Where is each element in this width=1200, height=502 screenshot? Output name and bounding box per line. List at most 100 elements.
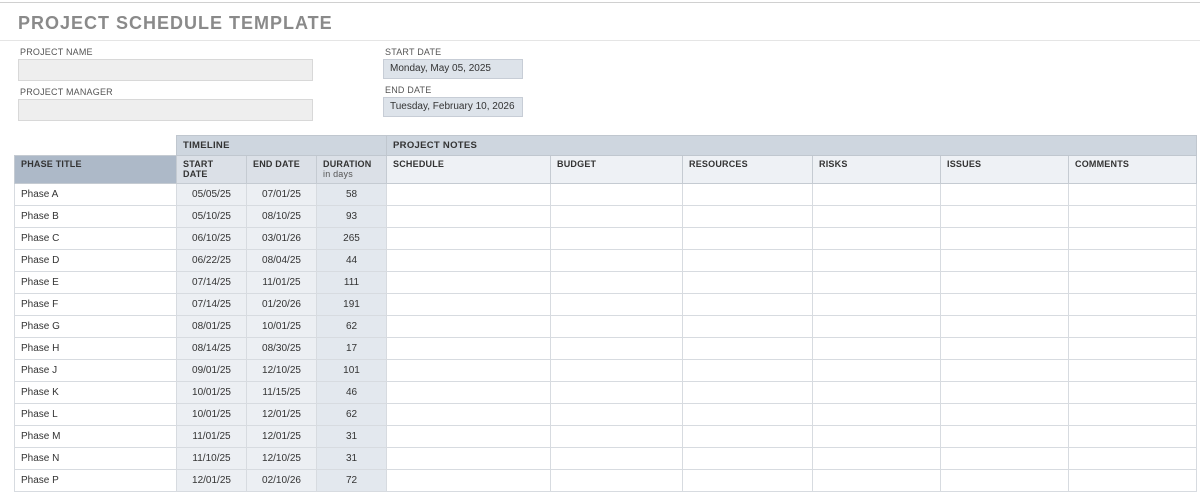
cell-end[interactable]: 11/01/25 (247, 272, 317, 294)
cell-schedule[interactable] (387, 382, 551, 404)
table-row[interactable]: Phase P12/01/2502/10/2672 (15, 470, 1197, 492)
cell-end[interactable]: 12/10/25 (247, 360, 317, 382)
cell-budget[interactable] (551, 382, 683, 404)
cell-risks[interactable] (813, 470, 941, 492)
cell-schedule[interactable] (387, 404, 551, 426)
cell-schedule[interactable] (387, 360, 551, 382)
table-row[interactable]: Phase M11/01/2512/01/2531 (15, 426, 1197, 448)
cell-phase[interactable]: Phase D (15, 250, 177, 272)
cell-resources[interactable] (683, 404, 813, 426)
cell-comments[interactable] (1069, 404, 1197, 426)
cell-end[interactable]: 10/01/25 (247, 316, 317, 338)
cell-start[interactable]: 12/01/25 (177, 470, 247, 492)
cell-risks[interactable] (813, 404, 941, 426)
cell-start[interactable]: 08/01/25 (177, 316, 247, 338)
cell-end[interactable]: 02/10/26 (247, 470, 317, 492)
cell-start[interactable]: 10/01/25 (177, 382, 247, 404)
cell-comments[interactable] (1069, 250, 1197, 272)
cell-end[interactable]: 01/20/26 (247, 294, 317, 316)
cell-start[interactable]: 05/10/25 (177, 206, 247, 228)
cell-comments[interactable] (1069, 448, 1197, 470)
cell-schedule[interactable] (387, 206, 551, 228)
cell-duration[interactable]: 265 (317, 228, 387, 250)
cell-comments[interactable] (1069, 316, 1197, 338)
cell-comments[interactable] (1069, 272, 1197, 294)
cell-comments[interactable] (1069, 426, 1197, 448)
cell-issues[interactable] (941, 360, 1069, 382)
cell-budget[interactable] (551, 228, 683, 250)
cell-start[interactable]: 11/10/25 (177, 448, 247, 470)
cell-risks[interactable] (813, 316, 941, 338)
table-row[interactable]: Phase N11/10/2512/10/2531 (15, 448, 1197, 470)
cell-comments[interactable] (1069, 294, 1197, 316)
cell-budget[interactable] (551, 470, 683, 492)
cell-risks[interactable] (813, 250, 941, 272)
table-row[interactable]: Phase K10/01/2511/15/2546 (15, 382, 1197, 404)
cell-start[interactable]: 10/01/25 (177, 404, 247, 426)
cell-budget[interactable] (551, 184, 683, 206)
cell-end[interactable]: 08/04/25 (247, 250, 317, 272)
cell-issues[interactable] (941, 404, 1069, 426)
cell-duration[interactable]: 62 (317, 316, 387, 338)
cell-comments[interactable] (1069, 382, 1197, 404)
cell-phase[interactable]: Phase J (15, 360, 177, 382)
cell-start[interactable]: 11/01/25 (177, 426, 247, 448)
cell-duration[interactable]: 31 (317, 426, 387, 448)
cell-issues[interactable] (941, 184, 1069, 206)
cell-budget[interactable] (551, 338, 683, 360)
cell-risks[interactable] (813, 184, 941, 206)
cell-duration[interactable]: 111 (317, 272, 387, 294)
table-row[interactable]: Phase G08/01/2510/01/2562 (15, 316, 1197, 338)
cell-schedule[interactable] (387, 228, 551, 250)
table-row[interactable]: Phase A05/05/2507/01/2558 (15, 184, 1197, 206)
cell-issues[interactable] (941, 272, 1069, 294)
cell-duration[interactable]: 93 (317, 206, 387, 228)
end-date-value[interactable]: Tuesday, February 10, 2026 (383, 97, 523, 117)
cell-resources[interactable] (683, 272, 813, 294)
cell-phase[interactable]: Phase C (15, 228, 177, 250)
cell-comments[interactable] (1069, 360, 1197, 382)
table-row[interactable]: Phase D06/22/2508/04/2544 (15, 250, 1197, 272)
cell-risks[interactable] (813, 360, 941, 382)
cell-resources[interactable] (683, 338, 813, 360)
cell-comments[interactable] (1069, 184, 1197, 206)
cell-duration[interactable]: 101 (317, 360, 387, 382)
cell-resources[interactable] (683, 426, 813, 448)
cell-start[interactable]: 05/05/25 (177, 184, 247, 206)
cell-schedule[interactable] (387, 470, 551, 492)
cell-schedule[interactable] (387, 184, 551, 206)
cell-resources[interactable] (683, 206, 813, 228)
cell-end[interactable]: 08/10/25 (247, 206, 317, 228)
cell-end[interactable]: 12/10/25 (247, 448, 317, 470)
table-row[interactable]: Phase C06/10/2503/01/26265 (15, 228, 1197, 250)
cell-end[interactable]: 03/01/26 (247, 228, 317, 250)
cell-budget[interactable] (551, 404, 683, 426)
cell-duration[interactable]: 46 (317, 382, 387, 404)
cell-phase[interactable]: Phase M (15, 426, 177, 448)
cell-resources[interactable] (683, 250, 813, 272)
start-date-value[interactable]: Monday, May 05, 2025 (383, 59, 523, 79)
cell-comments[interactable] (1069, 206, 1197, 228)
cell-issues[interactable] (941, 338, 1069, 360)
cell-budget[interactable] (551, 316, 683, 338)
cell-issues[interactable] (941, 382, 1069, 404)
cell-resources[interactable] (683, 184, 813, 206)
cell-end[interactable]: 07/01/25 (247, 184, 317, 206)
cell-issues[interactable] (941, 470, 1069, 492)
cell-duration[interactable]: 44 (317, 250, 387, 272)
cell-duration[interactable]: 62 (317, 404, 387, 426)
cell-issues[interactable] (941, 426, 1069, 448)
cell-schedule[interactable] (387, 250, 551, 272)
cell-comments[interactable] (1069, 470, 1197, 492)
cell-issues[interactable] (941, 250, 1069, 272)
cell-issues[interactable] (941, 448, 1069, 470)
table-row[interactable]: Phase E07/14/2511/01/25111 (15, 272, 1197, 294)
cell-schedule[interactable] (387, 272, 551, 294)
table-row[interactable]: Phase B05/10/2508/10/2593 (15, 206, 1197, 228)
cell-duration[interactable]: 31 (317, 448, 387, 470)
cell-resources[interactable] (683, 316, 813, 338)
cell-risks[interactable] (813, 426, 941, 448)
cell-start[interactable]: 08/14/25 (177, 338, 247, 360)
cell-end[interactable]: 12/01/25 (247, 426, 317, 448)
cell-end[interactable]: 11/15/25 (247, 382, 317, 404)
